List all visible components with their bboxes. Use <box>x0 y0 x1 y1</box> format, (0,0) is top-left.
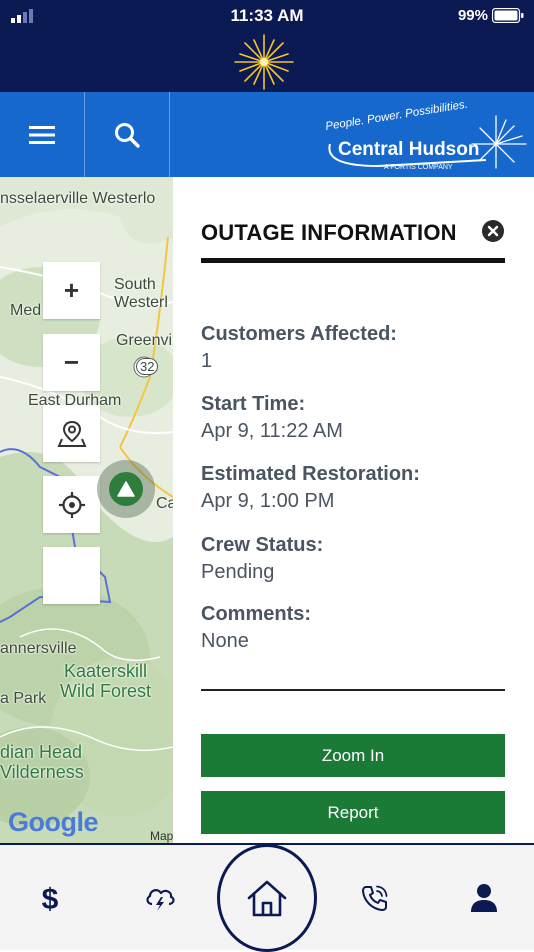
minus-icon: − <box>63 347 80 377</box>
tab-contact[interactable] <box>325 845 425 950</box>
search-button[interactable] <box>85 92 170 177</box>
map-label-medusa: Med <box>10 302 42 319</box>
logo-name: Central Hudson <box>338 139 479 160</box>
storm-cloud-icon <box>146 888 175 911</box>
outage-marker[interactable] <box>97 460 155 518</box>
tab-home[interactable] <box>217 844 317 952</box>
start-time-field: Start Time: Apr 9, 11:22 AM <box>201 393 343 443</box>
battery-icon <box>492 8 524 23</box>
field-label: Crew Status: <box>201 534 324 556</box>
map-label-rensselaerville: nsselaerville Westerlo <box>0 190 156 207</box>
home-icon <box>247 880 287 917</box>
plus-icon: + <box>63 275 80 305</box>
close-icon <box>487 225 499 237</box>
map-label-south-westerlo: South Westerl <box>114 276 168 311</box>
tab-outages[interactable] <box>110 845 210 950</box>
estimated-restoration-field: Estimated Restoration: Apr 9, 1:00 PM <box>201 463 420 513</box>
crew-status-field: Crew Status: Pending <box>201 534 323 584</box>
field-label: Start Time: <box>201 393 306 415</box>
field-value: Apr 9, 1:00 PM <box>201 490 335 512</box>
map-label-kaaterskill: Kaaterskill Wild Forest <box>60 661 152 701</box>
map-label-greenville: Greenvi <box>116 332 173 349</box>
crosshair-icon <box>58 491 85 518</box>
my-location-button[interactable] <box>43 476 100 533</box>
tab-billing[interactable]: $ <box>0 845 100 950</box>
battery-percent: 99% <box>457 7 488 24</box>
outage-map[interactable]: nsselaerville Westerlo South Westerl Med… <box>0 177 173 843</box>
status-bar: 11:33 AM 99% <box>0 0 534 32</box>
map-label-route: 32 <box>136 358 159 375</box>
map-pin-icon <box>56 420 87 447</box>
search-icon <box>115 122 140 148</box>
logo-tagline: People. Power. Possibilities. <box>325 99 469 133</box>
customers-affected-field: Customers Affected: 1 <box>201 323 397 373</box>
zoom-out-button[interactable]: − <box>43 334 100 391</box>
field-value: None <box>201 630 249 652</box>
zoom-in-action-button[interactable]: Zoom In <box>201 734 505 777</box>
outage-info-panel: OUTAGE INFORMATION Customers Affected: 1… <box>173 177 534 843</box>
panel-title: OUTAGE INFORMATION <box>201 220 457 245</box>
field-value: Pending <box>201 561 275 583</box>
map-data-link[interactable]: Map <box>150 829 173 843</box>
top-banner <box>0 32 534 92</box>
hamburger-icon <box>29 125 55 144</box>
layers-button[interactable] <box>43 547 100 604</box>
map-label-park: a Park <box>0 690 47 707</box>
title-divider <box>201 258 505 263</box>
google-logo-text: Google <box>8 807 99 837</box>
report-button[interactable]: Report <box>201 791 505 834</box>
field-label: Customers Affected: <box>201 323 397 345</box>
field-value: Apr 9, 11:22 AM <box>201 420 343 442</box>
field-label: Estimated Restoration: <box>201 463 420 485</box>
tab-account[interactable] <box>434 845 534 950</box>
user-icon <box>471 883 497 912</box>
status-time: 11:33 AM <box>230 6 304 25</box>
sun-logo-icon <box>234 34 294 90</box>
nav-bar: People. Power. Possibilities. Central Hu… <box>0 92 534 177</box>
phone-icon <box>362 885 388 911</box>
outage-marker-icon <box>109 472 143 506</box>
map-label-indian-head: dian Head Vilderness <box>0 742 84 782</box>
google-logo: Google <box>8 807 99 838</box>
close-button[interactable] <box>482 220 504 242</box>
field-value: 1 <box>201 350 213 372</box>
bottom-tab-bar: $ <box>0 843 534 952</box>
map-label-cairo: Ca <box>156 495 173 512</box>
field-label: Comments: <box>201 603 312 625</box>
logo-sub: A FORTIS COMPANY <box>384 164 453 171</box>
triangle-icon <box>117 481 135 497</box>
section-divider <box>201 689 505 691</box>
address-pin-button[interactable] <box>43 405 100 462</box>
central-hudson-logo: People. Power. Possibilities. Central Hu… <box>325 99 527 171</box>
map-label-tannersville: annersville <box>0 640 77 657</box>
menu-button[interactable] <box>0 92 85 177</box>
zoom-in-button[interactable]: + <box>43 262 100 319</box>
comments-field: Comments: None <box>201 603 311 653</box>
dollar-icon: $ <box>42 883 59 915</box>
svg-text:$: $ <box>42 883 59 915</box>
